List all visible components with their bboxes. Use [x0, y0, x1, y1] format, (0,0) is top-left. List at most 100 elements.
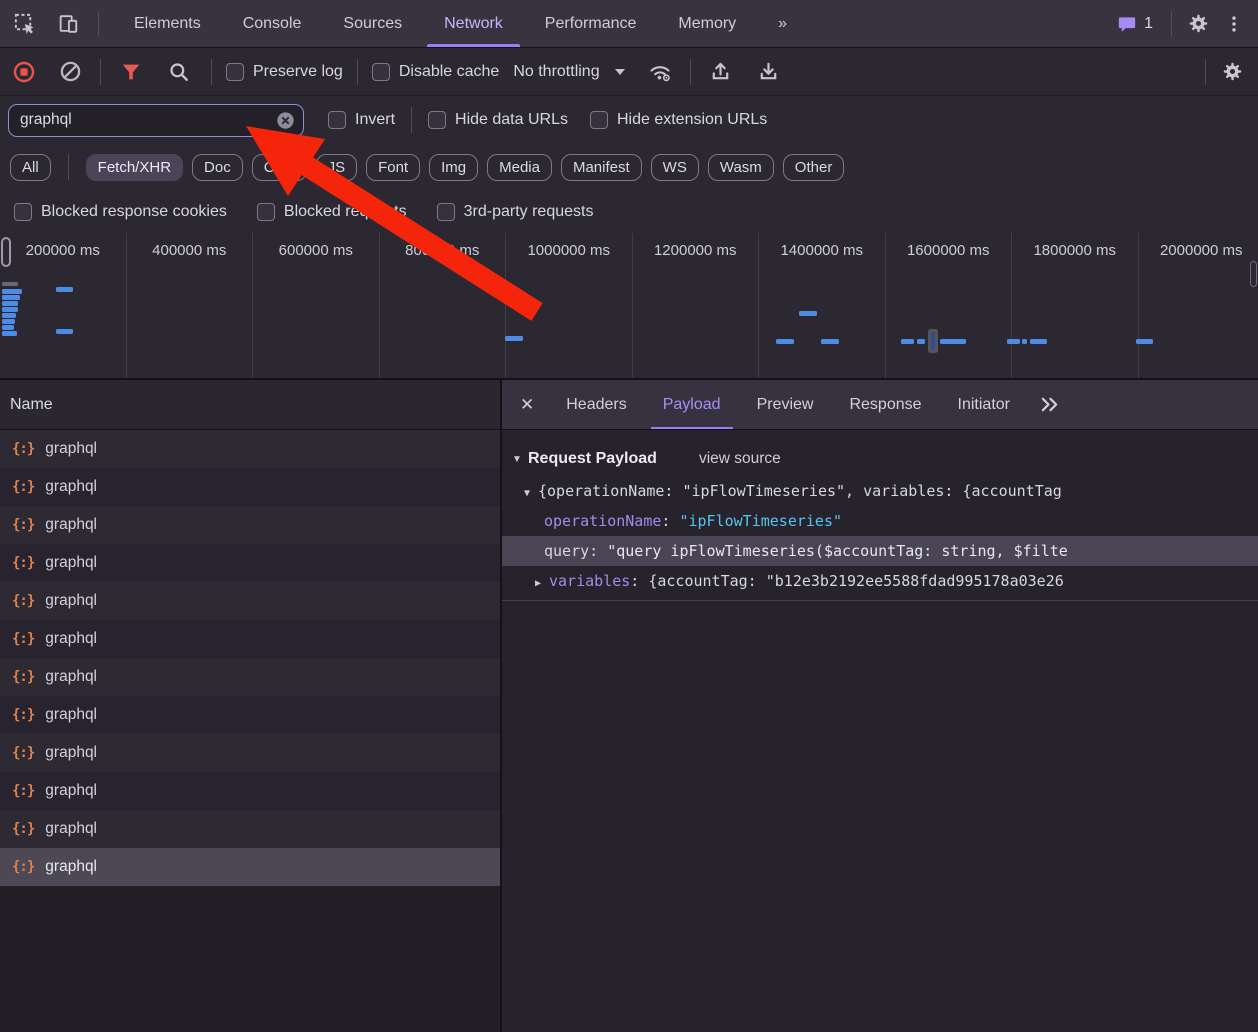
request-row[interactable]: {:}graphql: [0, 810, 500, 848]
more-options-button[interactable]: [1216, 6, 1252, 42]
request-name: graphql: [45, 820, 97, 838]
details-tab-headers[interactable]: Headers: [548, 380, 644, 429]
payload-row-variables[interactable]: ▶ variables: {accountTag: "b12e3b2192ee5…: [502, 566, 1258, 596]
json-braces-icon: {:}: [12, 745, 34, 761]
blocked-response-cookies-checkbox[interactable]: Blocked response cookies: [14, 203, 227, 221]
third-party-requests-label: 3rd-party requests: [464, 203, 594, 221]
timeline-left-handle[interactable]: [1, 237, 11, 267]
request-row[interactable]: {:}graphql: [0, 848, 500, 886]
filter-toggle-button[interactable]: [113, 54, 149, 90]
request-name: graphql: [45, 440, 97, 458]
disable-cache-checkbox[interactable]: Disable cache: [372, 63, 500, 81]
json-braces-icon: {:}: [12, 707, 34, 723]
payload-tree: ▼ {operationName: "ipFlowTimeseries", va…: [502, 476, 1258, 601]
chip-wasm[interactable]: Wasm: [708, 154, 774, 181]
network-conditions-button[interactable]: [642, 54, 678, 90]
clear-network-log-button[interactable]: [52, 54, 88, 90]
request-row[interactable]: {:} graphql: [0, 430, 500, 468]
request-row[interactable]: {:} graphql: [0, 734, 500, 772]
chip-css[interactable]: CSS: [252, 154, 307, 181]
close-details-button[interactable]: ✕: [520, 395, 534, 415]
chip-doc[interactable]: Doc: [192, 154, 243, 181]
upload-icon: [709, 60, 732, 83]
json-braces-icon: {:}: [12, 441, 34, 457]
more-tabs-button[interactable]: [1032, 387, 1068, 423]
request-bar: [901, 339, 914, 344]
hide-extension-urls-checkbox[interactable]: Hide extension URLs: [590, 111, 767, 129]
inspect-element-button[interactable]: [6, 6, 42, 42]
chip-font[interactable]: Font: [366, 154, 420, 181]
payload-row-query[interactable]: query: "query ipFlowTimeseries($accountT…: [502, 536, 1258, 566]
network-overview-timeline[interactable]: 200000 ms400000 ms600000 ms800000 ms1000…: [0, 233, 1258, 380]
filter-input[interactable]: graphql: [8, 104, 304, 137]
tab-network[interactable]: Network: [423, 0, 524, 47]
throttling-select[interactable]: No throttling: [513, 63, 625, 81]
view-source-link[interactable]: view source: [699, 450, 781, 468]
chip-other[interactable]: Other: [783, 154, 845, 181]
tab-console[interactable]: Console: [222, 0, 323, 47]
network-settings-button[interactable]: [1214, 54, 1250, 90]
message-bubble-icon: [1117, 14, 1137, 34]
details-tab-initiator[interactable]: Initiator: [940, 380, 1028, 429]
expand-triangle-icon: ▶: [535, 569, 549, 596]
payload-row-operationName[interactable]: operationName: "ipFlowTimeseries": [502, 506, 1258, 536]
request-payload-section[interactable]: ▼ Request Payload view source: [502, 442, 1258, 476]
chip-js[interactable]: JS: [316, 154, 358, 181]
name-column-header[interactable]: Name: [0, 380, 500, 430]
payload-value: "query ipFlowTimeseries($accountTag: str…: [607, 542, 1068, 560]
request-row[interactable]: {:}graphql: [0, 506, 500, 544]
tab-sources[interactable]: Sources: [322, 0, 423, 47]
chip-ws[interactable]: WS: [651, 154, 699, 181]
device-toolbar-button[interactable]: [50, 6, 86, 42]
details-tab-payload[interactable]: Payload: [645, 380, 739, 429]
section-title: Request Payload: [528, 450, 657, 468]
issues-button[interactable]: 1: [1107, 14, 1163, 34]
blocked-requests-checkbox[interactable]: Blocked requests: [257, 203, 407, 221]
throttling-value: No throttling: [513, 63, 599, 81]
chip-fetch-xhr[interactable]: Fetch/XHR: [86, 154, 183, 181]
settings-button[interactable]: [1180, 6, 1216, 42]
request-row[interactable]: {:}graphql: [0, 544, 500, 582]
third-party-requests-checkbox[interactable]: 3rd-party requests: [437, 203, 594, 221]
more-panels-button[interactable]: »: [757, 0, 808, 47]
hide-data-urls-checkbox[interactable]: Hide data URLs: [428, 111, 568, 129]
record-network-log-button[interactable]: [6, 54, 42, 90]
json-braces-icon: {:}: [12, 631, 34, 647]
devtools-window: ElementsConsoleSourcesNetworkPerformance…: [0, 0, 1258, 1032]
request-row[interactable]: {:}graphql: [0, 696, 500, 734]
search-button[interactable]: [161, 54, 197, 90]
json-braces-icon: {:}: [12, 479, 34, 495]
request-row[interactable]: {:}graphql: [0, 658, 500, 696]
tab-performance[interactable]: Performance: [524, 0, 658, 47]
blocked-requests-label: Blocked requests: [284, 203, 407, 221]
payload-summary-row[interactable]: ▼ {operationName: "ipFlowTimeseries", va…: [502, 476, 1258, 506]
checkbox-box: [257, 203, 275, 221]
request-row[interactable]: {:}graphql: [0, 468, 500, 506]
chip-manifest[interactable]: Manifest: [561, 154, 642, 181]
requests-panel: Name {:} graphql {:} graphql {:} graphql {:} gr…: [0, 380, 502, 1032]
timeline-section: 200000 ms: [0, 233, 127, 378]
preserve-log-checkbox[interactable]: Preserve log: [226, 63, 343, 81]
request-bar: [931, 332, 935, 350]
request-row[interactable]: {:}graphql: [0, 620, 500, 658]
import-har-button[interactable]: [703, 54, 739, 90]
tab-memory[interactable]: Memory: [657, 0, 757, 47]
details-tab-response[interactable]: Response: [831, 380, 939, 429]
clear-filter-icon[interactable]: [276, 111, 295, 130]
invert-checkbox[interactable]: Invert: [328, 111, 395, 129]
details-tab-preview[interactable]: Preview: [739, 380, 832, 429]
tab-elements[interactable]: Elements: [113, 0, 222, 47]
invert-label: Invert: [355, 111, 395, 129]
request-row[interactable]: {:}graphql: [0, 772, 500, 810]
export-har-button[interactable]: [751, 54, 787, 90]
request-name: graphql: [45, 744, 97, 762]
chip-img[interactable]: Img: [429, 154, 478, 181]
chevron-down-icon: [614, 68, 626, 76]
timeline-tick-label: 1200000 ms: [654, 242, 737, 378]
timeline-right-handle[interactable]: [1250, 261, 1257, 287]
chip-all[interactable]: All: [10, 154, 51, 181]
chip-media[interactable]: Media: [487, 154, 552, 181]
request-row[interactable]: {:}graphql: [0, 582, 500, 620]
request-name: graphql: [45, 516, 97, 534]
request-bar: [1022, 339, 1027, 344]
